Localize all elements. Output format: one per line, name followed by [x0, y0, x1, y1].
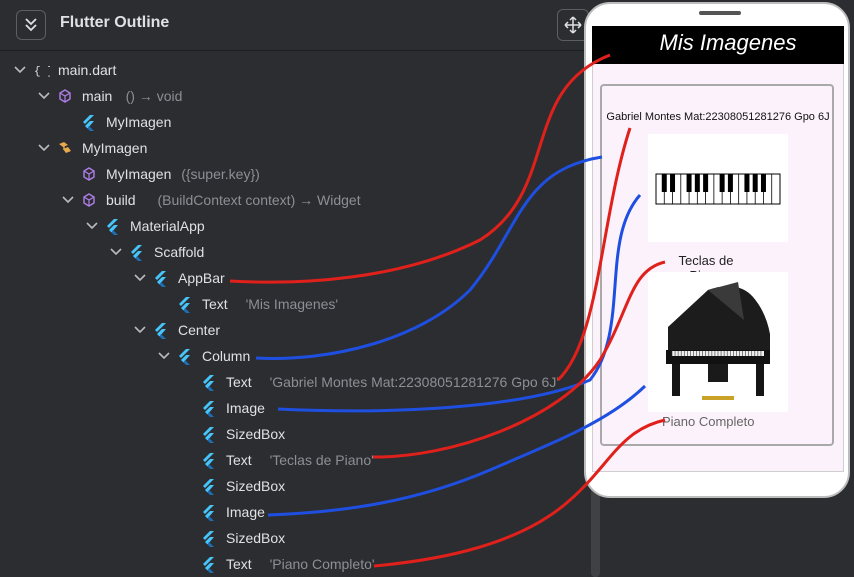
annotation-overlay [229, 53, 666, 568]
annotation-column-connector [255, 155, 603, 360]
annotation-teclas-connector [372, 260, 666, 459]
annotation-appbar-connector [229, 53, 611, 284]
annotation-piano-connector [373, 418, 666, 568]
